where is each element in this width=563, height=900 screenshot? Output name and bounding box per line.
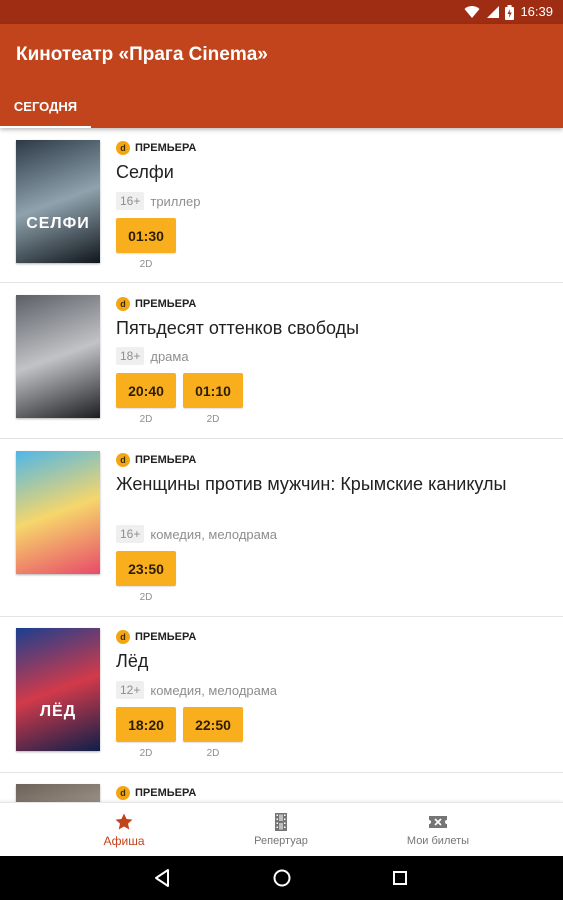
premiere-label: ПРЕМЬЕРА — [135, 454, 197, 466]
movie-meta: 16+ триллер — [116, 192, 200, 210]
signal-icon — [487, 6, 500, 18]
session-time-button[interactable]: 01:10 — [183, 373, 243, 408]
movie-genre: комедия, мелодрама — [150, 682, 278, 698]
session-time-button[interactable]: 18:20 — [116, 707, 176, 742]
movie-poster[interactable] — [16, 451, 100, 574]
movie-title[interactable]: Селфи — [116, 161, 546, 184]
session: 23:50 2D — [116, 551, 176, 603]
age-rating: 12+ — [116, 681, 145, 699]
tab-indicator — [0, 126, 91, 128]
premiere-label: ПРЕМЬЕРА — [135, 298, 197, 310]
session-format: 2D — [139, 414, 153, 425]
star-icon — [115, 813, 133, 830]
battery-icon — [505, 4, 515, 20]
tab-today[interactable]: СЕГОДНЯ — [0, 84, 91, 128]
movie-genre: триллер — [150, 193, 201, 209]
movie-poster[interactable]: ЛЁД — [16, 628, 100, 751]
premiere-badge: d ПРЕМЬЕРА — [116, 296, 196, 312]
movie-title[interactable]: Лёд — [116, 650, 546, 673]
movie-genre: драма — [150, 348, 189, 364]
back-icon[interactable] — [148, 864, 176, 892]
movie-title[interactable]: Пятьдесят оттенков свободы — [116, 317, 546, 340]
movie-meta: 12+ комедия, мелодрама — [116, 681, 277, 699]
movie-title[interactable]: Женщины против мужчин: Крымские каникулы — [116, 473, 546, 496]
recents-icon[interactable] — [386, 864, 414, 892]
system-navigation-bar — [0, 856, 563, 900]
age-rating: 16+ — [116, 192, 145, 210]
premiere-label: ПРЕМЬЕРА — [135, 787, 197, 799]
poster-title: ЛЁД — [39, 703, 77, 720]
age-rating: 16+ — [116, 525, 145, 543]
premiere-label: ПРЕМЬЕРА — [135, 631, 197, 643]
premiere-badge: d ПРЕМЬЕРА — [116, 140, 196, 156]
poster-title: СЕЛФИ — [26, 215, 90, 232]
wifi-icon — [464, 6, 480, 19]
ticket-icon — [429, 816, 447, 828]
home-icon[interactable] — [268, 864, 296, 892]
movie-meta: 16+ комедия, мелодрама — [116, 525, 277, 543]
tab-today-label: СЕГОДНЯ — [13, 99, 78, 114]
film-icon — [275, 813, 287, 831]
session: 01:10 2D — [183, 373, 243, 425]
premiere-icon: d — [116, 630, 130, 644]
premiere-icon: d — [116, 297, 130, 311]
nav-item-my-tickets[interactable]: Мои билеты — [344, 803, 532, 857]
movie-card[interactable]: d ПРЕМЬЕРА Женщины против мужчин: Крымск… — [0, 439, 563, 617]
session-time-button[interactable]: 23:50 — [116, 551, 176, 586]
movie-card[interactable]: ЛЁД d ПРЕМЬЕРА Лёд 12+ комедия, мелодрам… — [0, 617, 563, 773]
session-format: 2D — [139, 748, 153, 759]
premiere-icon: d — [116, 786, 130, 800]
session-time-button[interactable]: 22:50 — [183, 707, 243, 742]
session-time-button[interactable]: 20:40 — [116, 373, 176, 408]
movie-meta: 18+ драма — [116, 347, 189, 365]
bottom-navigation: Афиша Репертуар Мои билеты — [0, 802, 563, 856]
status-bar: 16:39 — [0, 0, 563, 24]
session-time-button[interactable]: 01:30 — [116, 218, 176, 253]
session: 18:20 2D — [116, 707, 176, 759]
content-area[interactable]: СЕЛФИ d ПРЕМЬЕРА Селфи 16+ триллер 01:30… — [0, 128, 563, 802]
premiere-label: ПРЕМЬЕРА — [135, 142, 197, 154]
movie-poster[interactable] — [16, 295, 100, 418]
premiere-badge: d ПРЕМЬЕРА — [116, 629, 196, 645]
app-title: Кинотеатр «Прага Cinema» — [16, 44, 268, 65]
session: 20:40 2D — [116, 373, 176, 425]
movie-card[interactable]: d ПРЕМЬЕРА Пятьдесят оттенков свободы 18… — [0, 283, 563, 439]
session: 22:50 2D — [183, 707, 243, 759]
movie-poster[interactable]: СЕЛФИ — [16, 140, 100, 263]
session-format: 2D — [139, 259, 153, 270]
premiere-badge: d ПРЕМЬЕРА — [116, 452, 196, 468]
session: 01:30 2D — [116, 218, 176, 270]
session-format: 2D — [139, 592, 153, 603]
app-bar: Кинотеатр «Прага Cinema» СЕГОДНЯ — [0, 24, 563, 128]
movie-poster[interactable] — [16, 784, 100, 802]
status-icons: 16:39 — [464, 3, 553, 21]
session-format: 2D — [206, 414, 220, 425]
nav-label: Мои билеты — [406, 835, 470, 847]
age-rating: 18+ — [116, 347, 145, 365]
premiere-badge: d ПРЕМЬЕРА — [116, 785, 196, 801]
premiere-icon: d — [116, 141, 130, 155]
movie-card[interactable]: СЕЛФИ d ПРЕМЬЕРА Селфи 16+ триллер 01:30… — [0, 128, 563, 283]
session-format: 2D — [206, 748, 220, 759]
movie-genre: комедия, мелодрама — [150, 526, 278, 542]
movie-card[interactable]: d ПРЕМЬЕРА — [0, 773, 563, 802]
premiere-icon: d — [116, 453, 130, 467]
status-time: 16:39 — [520, 4, 553, 19]
